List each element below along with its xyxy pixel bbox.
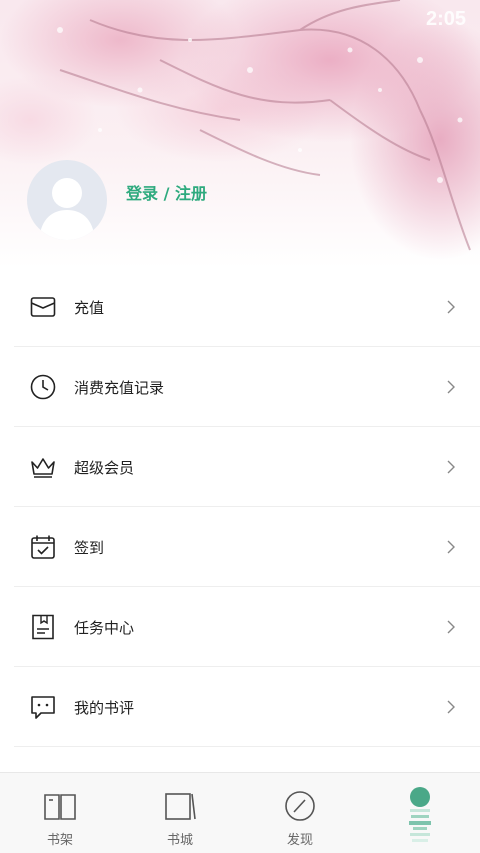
chevron-right-icon <box>447 540 455 554</box>
tab-label: 书城 <box>166 833 193 848</box>
chevron-right-icon <box>447 380 455 394</box>
menu-item-vip[interactable]: 超级会员 <box>0 427 480 507</box>
login-register-link[interactable]: 登录 / 注册 <box>126 180 207 204</box>
chevron-right-icon <box>447 620 455 634</box>
tab-bookstore[interactable]: 书城 <box>120 773 240 853</box>
default-avatar-icon <box>39 178 95 240</box>
calendar-check-icon <box>31 535 55 559</box>
tab-label: 书架 <box>46 833 73 848</box>
task-doc-icon <box>32 614 54 640</box>
wallet-icon <box>30 297 56 317</box>
status-time: 2:05 <box>425 8 466 30</box>
bottom-tab-bar: 书架 书城 发现 <box>0 772 480 853</box>
menu-item-tasks[interactable]: 任务中心 <box>0 587 480 667</box>
chevron-right-icon <box>447 300 455 314</box>
menu-item-label: 任务中心 <box>74 618 135 637</box>
menu-item-reviews[interactable]: 我的书评 <box>0 667 480 747</box>
profile-header: 2:05 登录 / 注册 <box>0 0 480 268</box>
profile-mascot-icon <box>409 787 431 842</box>
clock-icon <box>30 374 56 400</box>
menu-item-label: 签到 <box>74 538 105 557</box>
menu-item-label: 超级会员 <box>74 458 135 477</box>
compass-icon <box>285 791 315 821</box>
open-book-icon <box>44 794 76 820</box>
menu-item-checkin[interactable]: 签到 <box>0 507 480 587</box>
tab-me[interactable] <box>360 773 480 853</box>
tab-discover[interactable]: 发现 <box>240 773 360 853</box>
crown-icon <box>31 458 55 478</box>
avatar[interactable] <box>27 160 107 240</box>
comment-icon <box>31 696 55 719</box>
menu-item-label: 充值 <box>74 298 105 317</box>
tab-label: 发现 <box>286 833 313 848</box>
menu-item-label: 消费充值记录 <box>74 378 165 397</box>
chevron-right-icon <box>447 460 455 474</box>
menu-list: 充值 消费充值记录 超级会员 签到 任务中心 我的书评 <box>0 267 480 747</box>
tab-bookshelf[interactable]: 书架 <box>0 773 120 853</box>
book-store-icon <box>165 793 196 820</box>
chevron-right-icon <box>447 700 455 714</box>
menu-item-records[interactable]: 消费充值记录 <box>0 347 480 427</box>
menu-item-recharge[interactable]: 充值 <box>0 267 480 347</box>
menu-item-label: 我的书评 <box>74 698 135 717</box>
